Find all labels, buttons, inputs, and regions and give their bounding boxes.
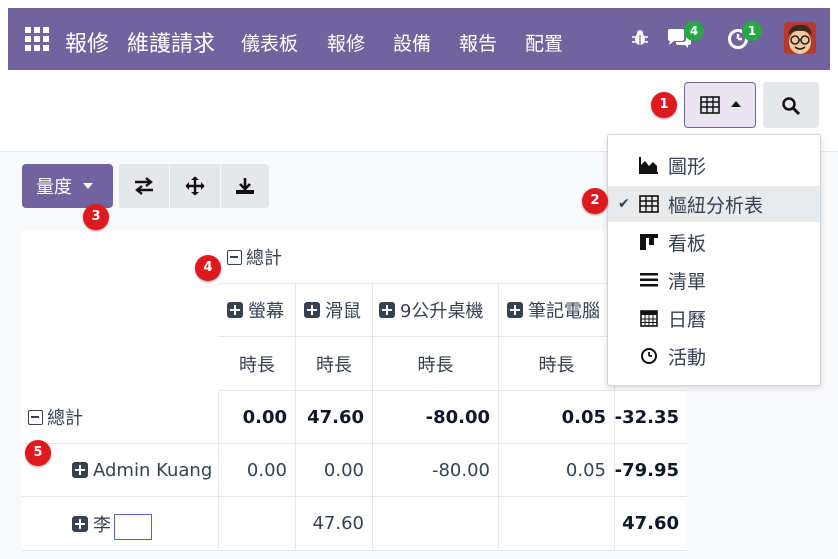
measure-header[interactable]: 時長 [373, 337, 499, 391]
arrows-move-icon [185, 176, 205, 196]
collapse-icon [28, 409, 43, 425]
view-option-list[interactable]: 清單 [608, 262, 820, 298]
table-cell-total[interactable]: 47.60 [615, 497, 687, 551]
col-header-monitor[interactable]: 螢幕 [219, 284, 296, 337]
download-button[interactable] [221, 164, 269, 208]
annotation-marker-5: 5 [25, 440, 51, 466]
col-header-laptop[interactable]: 筆記電腦 [499, 284, 615, 337]
row-header-admin[interactable]: Admin Kuang [22, 444, 219, 497]
download-icon [236, 178, 254, 194]
annotation-marker-3: 3 [83, 204, 109, 230]
apps-menu-icon[interactable] [25, 27, 49, 51]
col-header-mouse[interactable]: 滑鼠 [296, 284, 373, 337]
calendar-icon [640, 310, 658, 327]
table-cell[interactable]: 0.00 [219, 444, 296, 497]
measure-header[interactable]: 時長 [219, 337, 296, 391]
section-title[interactable]: 維護請求 [127, 26, 215, 58]
row-header-total[interactable]: 總計 [22, 391, 219, 444]
clock-icon [641, 348, 657, 364]
expand-icon [304, 302, 320, 318]
debug-bug-icon[interactable] [631, 29, 649, 47]
measures-label: 量度 [36, 177, 72, 198]
nav-dashboard[interactable]: 儀表板 [241, 29, 298, 56]
view-switcher-dropdown: 圖形 ✔ 樞紐分析表 看板 清單 日曆 活動 [607, 134, 821, 386]
measures-button[interactable]: 量度 [22, 164, 113, 208]
app-brand[interactable]: 報修 [65, 26, 109, 58]
annotation-marker-1: 1 [651, 92, 677, 118]
expand-icon [507, 302, 523, 318]
annotation-marker-4: 4 [195, 255, 221, 281]
table-cell[interactable]: 0.00 [219, 391, 296, 444]
nav-configuration[interactable]: 配置 [525, 29, 563, 56]
table-cell[interactable]: 0.05 [499, 391, 615, 444]
expand-all-button[interactable] [170, 164, 220, 208]
list-icon [640, 273, 658, 287]
activities-count-badge: 1 [742, 21, 762, 41]
exchange-arrows-icon [135, 177, 153, 195]
view-option-pivot[interactable]: ✔ 樞紐分析表 [608, 186, 820, 222]
view-option-graph[interactable]: 圖形 [608, 147, 820, 183]
table-cell[interactable]: 47.60 [296, 391, 373, 444]
view-switcher-button[interactable] [684, 82, 756, 128]
caret-up-icon [731, 101, 741, 107]
expand-icon [227, 302, 243, 318]
table-cell[interactable] [219, 497, 296, 551]
expand-icon [72, 462, 88, 478]
table-icon [639, 195, 659, 213]
col-header-desktop[interactable]: 9公升桌機 [373, 284, 499, 337]
measure-header[interactable]: 時長 [296, 337, 373, 391]
view-option-activity[interactable]: 活動 [608, 338, 820, 374]
table-cell-total[interactable]: -32.35 [615, 391, 687, 444]
caret-down-icon [83, 183, 93, 189]
table-cell[interactable]: -80.00 [373, 391, 499, 444]
user-avatar[interactable] [784, 22, 816, 54]
view-option-calendar[interactable]: 日曆 [608, 300, 820, 336]
nav-maintenance[interactable]: 報修 [327, 29, 365, 56]
kanban-icon [640, 234, 658, 250]
table-cell[interactable]: 47.60 [296, 497, 373, 551]
table-cell[interactable]: -80.00 [373, 444, 499, 497]
table-cell[interactable]: 0.00 [296, 444, 373, 497]
expand-icon [379, 302, 395, 318]
messages-count-badge: 4 [684, 21, 704, 41]
nav-equipment[interactable]: 設備 [393, 29, 431, 56]
flip-axis-button[interactable] [119, 164, 169, 208]
expand-icon [72, 515, 88, 532]
collapse-icon [227, 249, 242, 265]
inline-edit-box[interactable] [114, 514, 152, 540]
area-chart-icon [639, 157, 658, 174]
table-cell[interactable] [373, 497, 499, 551]
annotation-marker-2: 2 [582, 188, 608, 214]
table-cell[interactable]: 0.05 [499, 444, 615, 497]
nav-reporting[interactable]: 報告 [459, 29, 497, 56]
table-icon [700, 96, 720, 114]
table-cell-total[interactable]: -79.95 [615, 444, 687, 497]
check-icon: ✔ [618, 196, 630, 212]
table-cell[interactable] [499, 497, 615, 551]
view-option-kanban[interactable]: 看板 [608, 224, 820, 260]
search-icon [782, 97, 801, 116]
measure-header[interactable]: 時長 [499, 337, 615, 391]
